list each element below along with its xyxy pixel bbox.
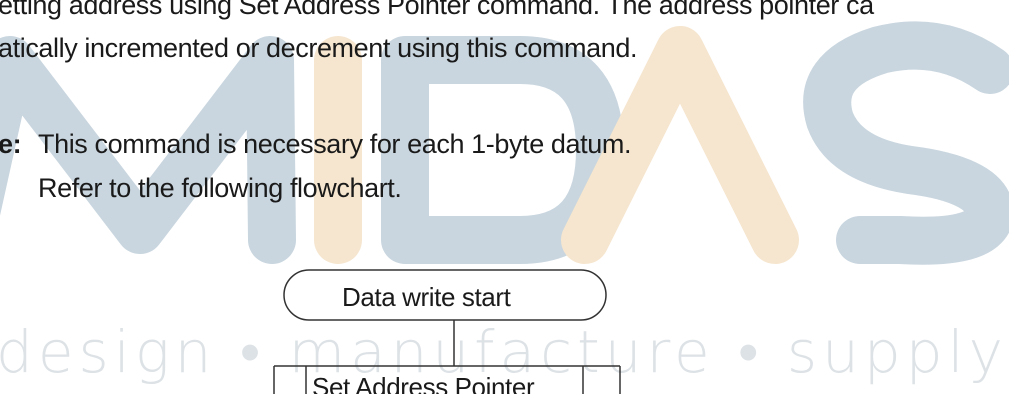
flowchart-step-label: Set Address Pointer [312,372,535,394]
flowchart [273,269,621,394]
document-page: design • manufacture • supply etting add… [0,0,1009,394]
flowchart-start-label: Data write start [342,282,511,312]
